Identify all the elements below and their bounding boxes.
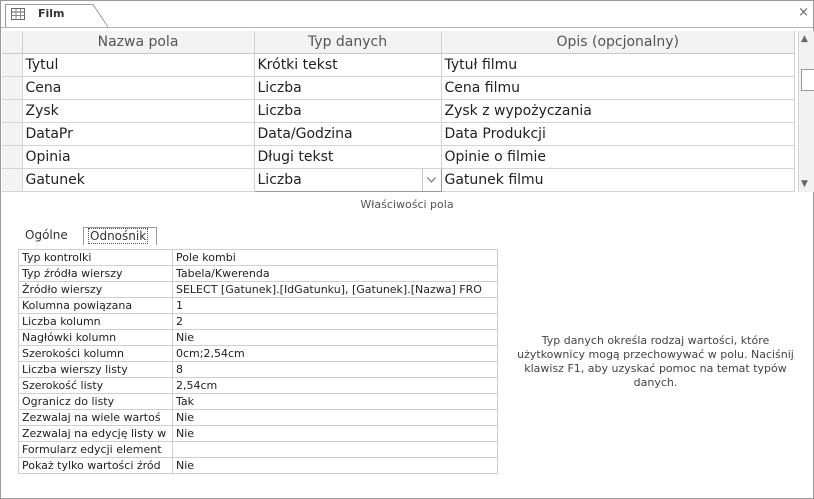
property-value[interactable]: 0cm;2,54cm: [172, 345, 498, 362]
property-key: Typ kontrolki: [18, 249, 173, 266]
property-key: Liczba wierszy listy: [18, 361, 173, 378]
property-row[interactable]: Zezwalaj na wiele wartoś Nie: [18, 409, 498, 426]
data-type-value: Liczba: [257, 172, 302, 188]
property-value[interactable]: [172, 441, 498, 458]
description-cell[interactable]: Cena filmu: [441, 76, 795, 100]
data-type-cell[interactable]: Liczba: [254, 76, 442, 100]
property-row[interactable]: Ogranicz do listy Tak: [18, 393, 498, 410]
property-value[interactable]: Nie: [172, 329, 498, 346]
scroll-thumb[interactable]: [801, 69, 814, 91]
scroll-up-arrow-icon[interactable]: ▲: [801, 34, 808, 44]
row-selector[interactable]: [2, 145, 23, 169]
field-design-grid: Nazwa pola Typ danych Opis (opcjonalny) …: [2, 31, 795, 192]
field-properties-title: Właściwości pola: [360, 198, 454, 211]
description-cell[interactable]: Data Produkcji: [441, 122, 795, 146]
field-row[interactable]: Cena Liczba Cena filmu: [2, 76, 795, 100]
property-row[interactable]: Szerokość listy 2,54cm: [18, 377, 498, 394]
description-cell[interactable]: Zysk z wypożyczania: [441, 99, 795, 123]
property-value[interactable]: 2,54cm: [172, 377, 498, 394]
property-key: Formularz edycji element: [18, 441, 173, 458]
row-selector[interactable]: [2, 76, 23, 100]
data-type-cell[interactable]: Data/Godzina: [254, 122, 442, 146]
help-text: Typ danych określa rodzaj wartości, któr…: [517, 334, 794, 389]
property-key: Typ źródła wierszy: [18, 265, 173, 282]
document-tab-film[interactable]: Film: [5, 4, 109, 27]
property-row[interactable]: Zezwalaj na edycję listy w Nie: [18, 425, 498, 442]
table-design-window: Film × Nazwa pola Typ danych Opis (opcjo…: [0, 0, 814, 499]
property-value[interactable]: 8: [172, 361, 498, 378]
property-row[interactable]: Szerokości kolumn 0cm;2,54cm: [18, 345, 498, 362]
field-name-cell[interactable]: Gatunek: [22, 168, 255, 192]
property-value[interactable]: Nie: [172, 409, 498, 426]
property-value[interactable]: 1: [172, 297, 498, 314]
chevron-down-icon: [427, 177, 436, 183]
scroll-down-arrow-icon[interactable]: ▼: [801, 179, 808, 189]
header-description[interactable]: Opis (opcjonalny): [441, 31, 795, 54]
close-icon[interactable]: ×: [798, 6, 809, 20]
header-field-name[interactable]: Nazwa pola: [22, 31, 255, 54]
field-row[interactable]: DataPr Data/Godzina Data Produkcji: [2, 122, 795, 146]
field-row[interactable]: Opinia Długi tekst Opinie o filmie: [2, 145, 795, 169]
field-name-cell[interactable]: Opinia: [22, 145, 255, 169]
field-name-cell[interactable]: Zysk: [22, 99, 255, 123]
field-row[interactable]: Zysk Liczba Zysk z wypożyczania: [2, 99, 795, 123]
field-row-active[interactable]: Gatunek Liczba Gatunek filmu: [2, 168, 795, 192]
property-key: Liczba kolumn: [18, 313, 173, 330]
field-name-cell[interactable]: Tytul: [22, 53, 255, 77]
property-row[interactable]: Typ źródła wierszy Tabela/Kwerenda: [18, 265, 498, 282]
lookup-properties-table: Typ kontrolki Pole kombi Typ źródła wiersz…: [18, 249, 498, 474]
header-data-type[interactable]: Typ danych: [254, 31, 442, 54]
property-row[interactable]: Liczba wierszy listy 8: [18, 361, 498, 378]
grid-vertical-scrollbar[interactable]: ▲ ▼: [798, 31, 814, 192]
property-row[interactable]: Typ kontrolki Pole kombi: [18, 249, 498, 266]
property-value[interactable]: SELECT [Gatunek].[IdGatunku], [Gatunek].…: [172, 281, 498, 298]
property-row[interactable]: Pokaż tylko wartości źród Nie: [18, 457, 498, 474]
property-key: Źródło wierszy: [18, 281, 173, 298]
property-value[interactable]: Nie: [172, 425, 498, 442]
tab-lookup-label: Odnośnik: [88, 228, 149, 244]
data-type-cell[interactable]: Krótki tekst: [254, 53, 442, 77]
property-key: Szerokość listy: [18, 377, 173, 394]
data-type-combo[interactable]: Liczba: [253, 168, 442, 192]
document-tab-strip: Film ×: [1, 1, 813, 28]
property-value[interactable]: Tabela/Kwerenda: [172, 265, 498, 282]
property-key: Zezwalaj na edycję listy w: [18, 425, 173, 442]
table-icon: [11, 8, 25, 20]
property-key: Kolumna powiązana: [18, 297, 173, 314]
document-tab-label: Film: [38, 7, 65, 20]
property-key: Pokaż tylko wartości źród: [18, 457, 173, 474]
data-type-cell[interactable]: Liczba: [254, 99, 442, 123]
property-row[interactable]: Formularz edycji element: [18, 441, 498, 458]
property-row[interactable]: Nagłówki kolumn Nie: [18, 329, 498, 346]
property-key: Nagłówki kolumn: [18, 329, 173, 346]
property-row[interactable]: Liczba kolumn 2: [18, 313, 498, 330]
field-name-cell[interactable]: Cena: [22, 76, 255, 100]
row-selector[interactable]: [2, 53, 23, 77]
row-selector[interactable]: [2, 99, 23, 123]
data-type-cell[interactable]: Długi tekst: [254, 145, 442, 169]
grid-header-row: Nazwa pola Typ danych Opis (opcjonalny): [2, 31, 795, 54]
row-selector[interactable]: [2, 168, 23, 192]
property-value[interactable]: Nie: [172, 457, 498, 474]
tab-general[interactable]: Ogólne: [21, 227, 79, 244]
description-cell[interactable]: Opinie o filmie: [441, 145, 795, 169]
property-value[interactable]: Tak: [172, 393, 498, 410]
tab-lookup[interactable]: Odnośnik: [83, 227, 157, 245]
dropdown-button[interactable]: [421, 169, 440, 191]
property-row[interactable]: Źródło wierszy SELECT [Gatunek].[IdGatunk…: [18, 281, 498, 298]
property-row[interactable]: Kolumna powiązana 1: [18, 297, 498, 314]
description-cell[interactable]: Gatunek filmu: [441, 168, 795, 192]
row-selector[interactable]: [2, 122, 23, 146]
select-all-corner[interactable]: [2, 31, 23, 54]
property-value[interactable]: 2: [172, 313, 498, 330]
property-value[interactable]: Pole kombi: [172, 249, 498, 266]
property-key: Szerokości kolumn: [18, 345, 173, 362]
property-key: Ogranicz do listy: [18, 393, 173, 410]
description-cell[interactable]: Tytuł filmu: [441, 53, 795, 77]
field-row[interactable]: Tytul Krótki tekst Tytuł filmu: [2, 53, 795, 77]
property-key: Zezwalaj na wiele wartoś: [18, 409, 173, 426]
field-name-cell[interactable]: DataPr: [22, 122, 255, 146]
